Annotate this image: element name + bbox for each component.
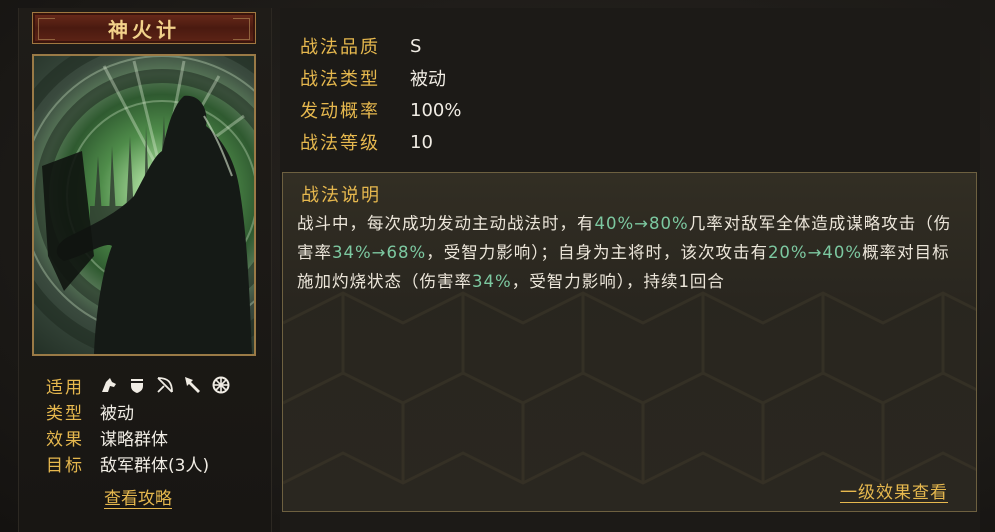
- wheel-icon: [212, 376, 230, 394]
- bow-icon: [156, 376, 174, 394]
- stat-row-probability: 发动概率 100%: [300, 94, 461, 126]
- attribute-row-applicable: 适用: [46, 372, 230, 398]
- stat-key: 战法等级: [300, 133, 380, 154]
- attribute-key: 类型: [46, 403, 84, 424]
- stat-key: 发动概率: [300, 101, 380, 122]
- description-highlight: 40%→80%: [594, 214, 689, 233]
- stat-value: 100%: [410, 99, 462, 121]
- banner-ornament-left: [38, 18, 55, 40]
- attribute-key: 目标: [46, 455, 84, 476]
- description-segment: 战斗中，每次成功发动主动战法时，有: [297, 214, 595, 233]
- description-text: 战斗中，每次成功发动主动战法时，有40%→80%几率对敌军全体造成谋略攻击（伤害…: [297, 209, 965, 296]
- portrait-art: [34, 56, 254, 354]
- stat-row-quality: 战法品质 S: [300, 30, 461, 62]
- description-segment: ，受智力影响），持续1回合: [511, 272, 725, 291]
- tactic-stats: 战法品质 S 战法类型 被动 发动概率 100% 战法等级 10: [300, 30, 461, 158]
- description-segment: ，受智力影响）；自身为主将时，该次攻击有: [426, 243, 768, 262]
- attribute-list: 适用 类型 被动 效果 谋略群体 目标 敌军群体(3人): [46, 372, 230, 476]
- tactic-title-banner: 神火计: [32, 12, 256, 44]
- view-guide-link[interactable]: 查看攻略: [104, 484, 172, 509]
- attribute-value: 谋略群体: [100, 429, 168, 450]
- cavalry-icon: [100, 376, 118, 394]
- attribute-key: 适用: [46, 377, 84, 398]
- stat-row-level: 战法等级 10: [300, 126, 461, 158]
- attribute-row-type: 类型 被动: [46, 398, 230, 424]
- attribute-value: 敌军群体(3人): [100, 455, 210, 476]
- stat-value: 10: [410, 131, 433, 153]
- attribute-row-effect: 效果 谋略群体: [46, 424, 230, 450]
- stat-value: 被动: [410, 69, 446, 90]
- banner-ornament-right: [233, 18, 250, 40]
- description-highlight: 20%→40%: [767, 243, 863, 262]
- description-highlight: 34%→68%: [332, 243, 427, 262]
- description-highlight: 34%: [472, 272, 512, 291]
- stat-key: 战法品质: [300, 37, 380, 58]
- attribute-value: 被动: [100, 403, 134, 424]
- spear-icon: [184, 376, 202, 394]
- attribute-row-target: 目标 敌军群体(3人): [46, 450, 230, 476]
- stat-value: S: [410, 35, 422, 57]
- attribute-key: 效果: [46, 429, 84, 450]
- stat-key: 战法类型: [300, 69, 380, 90]
- description-box: 战法说明 战斗中，每次成功发动主动战法时，有40%→80%几率对敌军全体造成谋略…: [282, 172, 977, 512]
- description-title: 战法说明: [301, 185, 381, 206]
- troop-type-icons: [100, 376, 230, 394]
- level-one-effect-link[interactable]: 一级效果查看: [840, 478, 948, 503]
- tactic-portrait: [32, 54, 256, 356]
- tactic-name: 神火计: [108, 17, 180, 42]
- shield-icon: [128, 376, 146, 394]
- stat-row-type: 战法类型 被动: [300, 62, 461, 94]
